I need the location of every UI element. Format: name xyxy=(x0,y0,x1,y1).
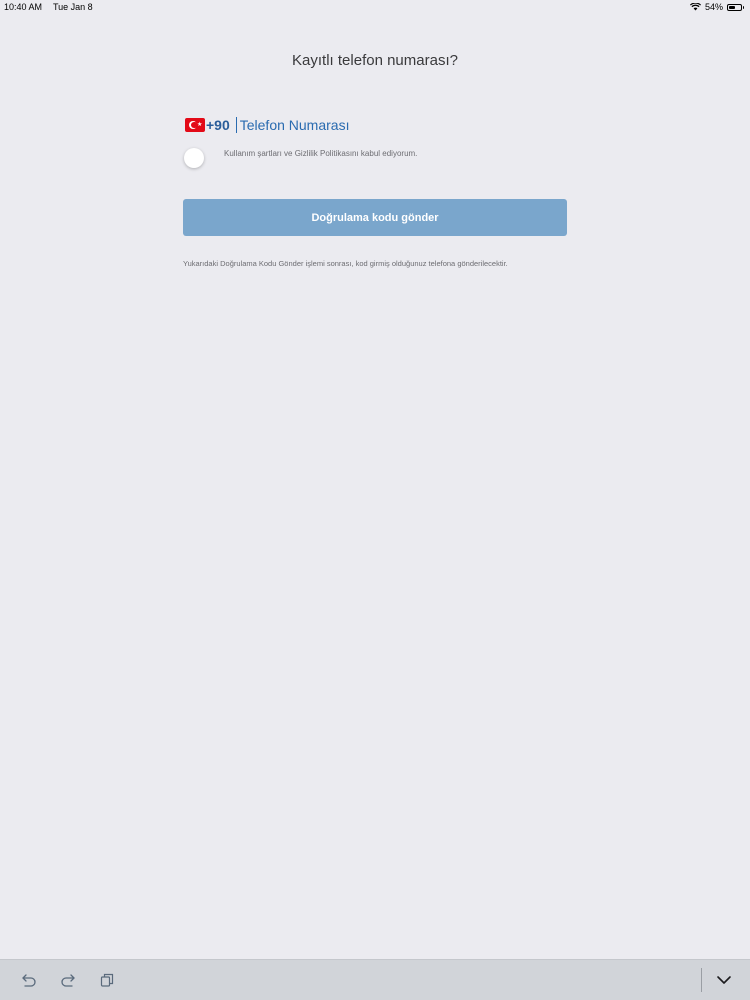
battery-icon xyxy=(727,3,744,11)
country-code[interactable]: +90 xyxy=(206,117,230,133)
send-verification-code-button[interactable]: Doğrulama kodu gönder xyxy=(183,199,567,236)
status-time: 10:40 AM xyxy=(4,2,43,12)
redo-icon[interactable] xyxy=(58,970,78,990)
undo-icon[interactable] xyxy=(19,970,39,990)
terms-row: Kullanım şartları ve Gizlilik Politikası… xyxy=(184,147,417,168)
status-indicators: 54% xyxy=(689,2,744,12)
page-title: Kayıtlı telefon numarası? xyxy=(292,52,458,69)
toolbar-divider xyxy=(701,968,702,992)
info-text: Yukarıdaki Doğrulama Kodu Gönder işlemi … xyxy=(183,259,508,268)
turkey-flag-icon[interactable]: ★ xyxy=(185,118,205,132)
copy-icon[interactable] xyxy=(97,970,117,990)
phone-number-input[interactable] xyxy=(235,117,560,133)
flag-star: ★ xyxy=(197,122,203,128)
status-date: Tue Jan 8 xyxy=(53,2,93,12)
status-bar: 10:40 AM Tue Jan 8 54% xyxy=(0,0,750,16)
terms-toggle[interactable] xyxy=(184,148,204,168)
chevron-down-icon[interactable] xyxy=(714,970,734,990)
wifi-icon xyxy=(689,3,701,11)
keyboard-toolbar xyxy=(0,959,750,1000)
battery-fill xyxy=(729,5,735,9)
battery-percent: 54% xyxy=(704,2,723,12)
terms-label: Kullanım şartları ve Gizlilik Politikası… xyxy=(224,149,418,158)
phone-row: ★ +90 xyxy=(185,115,560,135)
